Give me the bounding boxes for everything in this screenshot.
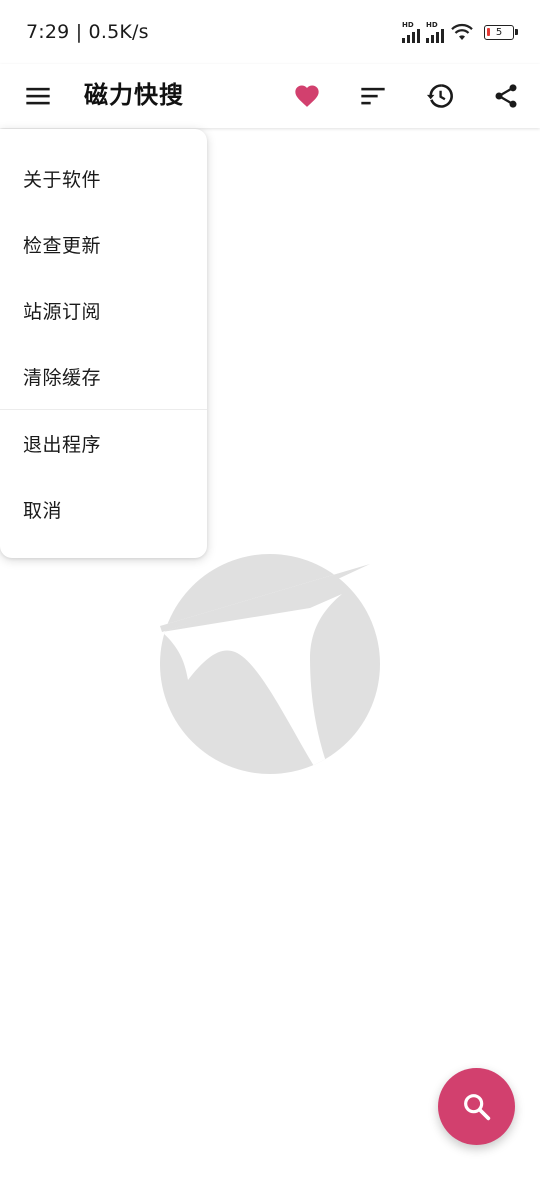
search-fab-button[interactable] xyxy=(438,1068,515,1145)
menu-item-check-update[interactable]: 检查更新 xyxy=(0,211,207,277)
menu-item-about[interactable]: 关于软件 xyxy=(0,145,207,211)
menu-item-exit[interactable]: 退出程序 xyxy=(0,410,207,476)
watermark-logo xyxy=(160,554,380,774)
screen: 7:29 | 0.5K/s HD HD 5 磁力快搜 关于软件 检查更新 站源订… xyxy=(0,0,540,1200)
history-icon xyxy=(426,84,453,108)
menu-button[interactable] xyxy=(24,82,52,110)
overflow-menu: 关于软件 检查更新 站源订阅 清除缓存 退出程序 取消 xyxy=(0,129,207,558)
sort-button[interactable] xyxy=(359,82,387,110)
menu-item-source-subscribe[interactable]: 站源订阅 xyxy=(0,277,207,343)
share-button[interactable] xyxy=(492,82,520,110)
signal-hd-label: HD xyxy=(402,20,414,29)
menu-item-clear-cache[interactable]: 清除缓存 xyxy=(0,343,207,409)
status-time-speed: 7:29 | 0.5K/s xyxy=(26,21,149,43)
menu-item-label: 站源订阅 xyxy=(23,300,102,323)
menu-item-cancel[interactable]: 取消 xyxy=(0,476,207,542)
menu-item-label: 取消 xyxy=(23,499,63,522)
history-button[interactable] xyxy=(426,82,454,110)
hamburger-menu-icon xyxy=(26,87,50,105)
signal-icon: HD xyxy=(402,20,420,43)
app-title: 磁力快搜 xyxy=(84,81,184,109)
search-icon xyxy=(463,1093,490,1120)
battery-icon: 5 xyxy=(484,24,518,40)
menu-item-label: 检查更新 xyxy=(23,234,102,257)
menu-item-label: 退出程序 xyxy=(23,433,102,456)
status-icons: HD HD 5 xyxy=(402,20,518,43)
share-icon xyxy=(495,84,517,108)
app-bar: 磁力快搜 xyxy=(0,64,540,128)
sort-icon xyxy=(361,87,385,105)
heart-icon xyxy=(295,85,319,107)
battery-level: 5 xyxy=(495,26,503,38)
menu-item-label: 清除缓存 xyxy=(23,366,102,389)
wifi-icon xyxy=(451,23,473,40)
status-bar: 7:29 | 0.5K/s HD HD 5 xyxy=(0,0,540,64)
signal-icon: HD xyxy=(426,20,444,43)
menu-item-label: 关于软件 xyxy=(23,168,102,191)
signal-hd-label: HD xyxy=(426,20,438,29)
favorite-button[interactable] xyxy=(293,82,321,110)
